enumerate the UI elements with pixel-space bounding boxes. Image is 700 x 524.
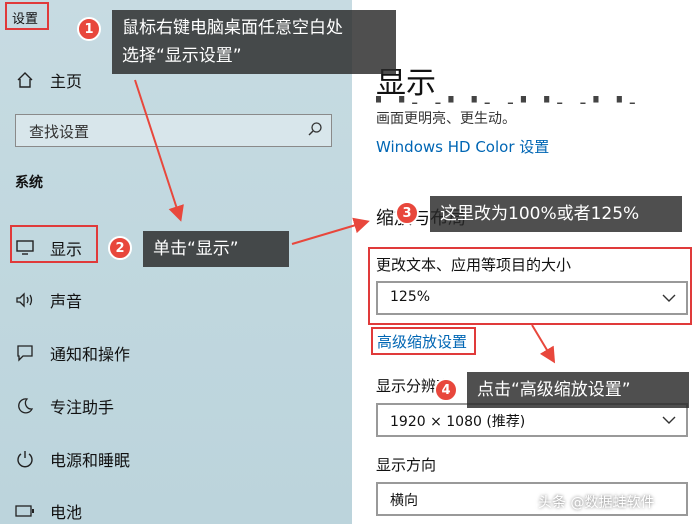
annotation-callout-1: 鼠标右键电脑桌面任意空白处 选择“显示设置” xyxy=(112,10,396,74)
annotation-callout-4: 点击“高级缩放设置” xyxy=(467,372,689,408)
arrow-to-display-item xyxy=(134,79,184,222)
arrow-to-advanced-link xyxy=(531,324,556,364)
annotation-badge-1: 1 xyxy=(77,17,101,41)
annotation-badge-4: 4 xyxy=(434,378,458,402)
annotation-callout-3: 这里改为100%或者125% xyxy=(430,196,682,232)
arrow-to-scale-setting xyxy=(291,217,370,245)
annotation-badge-2: 2 xyxy=(108,236,132,260)
annotation-arrows xyxy=(134,79,556,364)
annotation-callout-2: 单击“显示” xyxy=(143,231,289,267)
annotation-badge-3: 3 xyxy=(395,201,419,225)
